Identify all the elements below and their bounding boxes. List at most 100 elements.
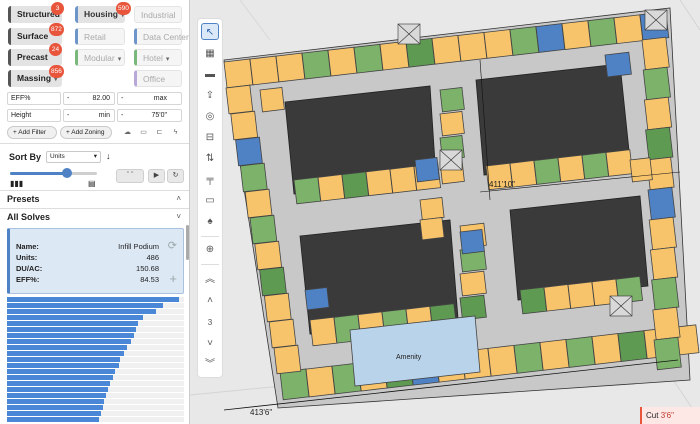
ruler-icon[interactable]: ▭ — [201, 192, 219, 209]
solve-bar[interactable] — [7, 399, 105, 404]
add-zoning-button[interactable]: + Add Zoning — [60, 126, 112, 139]
unit-block — [268, 318, 297, 349]
tree-icon[interactable]: ♠ — [201, 213, 219, 230]
solve-bar[interactable] — [7, 345, 128, 350]
solve-bar[interactable] — [7, 411, 101, 416]
level-number: 3 — [207, 318, 213, 327]
cloud-icon[interactable]: ☁ — [121, 126, 134, 139]
bolt-icon[interactable]: ϟ — [169, 126, 182, 139]
card-key: Units: — [16, 253, 38, 262]
unit-block — [457, 32, 488, 62]
category-data-center[interactable]: Data Center — [134, 28, 189, 45]
filter-height-bound[interactable]: - 75'0" — [117, 109, 182, 122]
car-icon[interactable]: ⊟ — [201, 129, 219, 146]
unit-block — [643, 96, 673, 131]
sort-field-select[interactable]: Units ▾ — [46, 151, 101, 163]
table-tool-icon[interactable]: ╤ — [201, 171, 219, 188]
solve-bar[interactable] — [7, 387, 108, 392]
select-cursor-icon[interactable]: ↖ — [201, 23, 219, 40]
site-map[interactable]: 411'10" 413'6" Amenity — [190, 0, 700, 424]
divider — [0, 208, 189, 209]
solve-bar[interactable] — [7, 357, 121, 362]
table-icon[interactable]: ▤ — [88, 179, 96, 188]
unit-block — [487, 344, 518, 377]
solve-bar[interactable] — [7, 321, 138, 326]
filter-eff-value[interactable]: - 82.00 — [63, 92, 115, 105]
solve-bar[interactable] — [7, 333, 135, 338]
solve-bar[interactable] — [7, 315, 144, 320]
unit-block — [389, 165, 418, 194]
solve-bar[interactable] — [7, 303, 163, 308]
filter-height-name[interactable]: Height — [7, 109, 61, 122]
unit-block — [365, 168, 394, 197]
solve-bar[interactable] — [7, 381, 110, 386]
unit-block — [648, 216, 677, 251]
solve-bar[interactable] — [7, 405, 103, 410]
chevron-up-icon[interactable]: ˄ — [176, 194, 181, 203]
bar-chart-icon[interactable]: ▮▮▮ — [10, 179, 23, 188]
chevron-double-down-icon[interactable]: ︾ — [201, 356, 219, 373]
sort-slider-handle[interactable] — [62, 168, 72, 178]
laptop-icon[interactable]: ⊏ — [153, 126, 166, 139]
unit-block — [543, 284, 572, 312]
category-badge: 590 — [116, 2, 131, 15]
sort-direction-icon[interactable]: ↓ — [106, 151, 111, 161]
solve-bar[interactable] — [7, 309, 156, 314]
truck-icon[interactable]: ▬ — [201, 66, 219, 83]
unit-block — [230, 110, 259, 141]
sync-icon[interactable]: ⟳ — [168, 239, 177, 252]
solve-bar[interactable] — [7, 417, 100, 422]
unit-block — [581, 151, 610, 180]
solve-bar[interactable] — [7, 369, 115, 374]
solve-bar[interactable] — [7, 339, 131, 344]
add-shape-icon[interactable]: ⊕ — [201, 241, 219, 258]
category-modular[interactable]: Modular ▾ — [75, 49, 125, 66]
chevron-double-up-icon[interactable]: ︽ — [201, 271, 219, 288]
map-toolbar: ↖ ▦ ▬ ⇪ ◎ ⊟ ⇅ ╤ ▭ ♠ ⊕ ︽ ˄ 3 ˅ ︾ — [197, 18, 223, 378]
add-icon[interactable]: + — [169, 271, 177, 286]
unit-block — [419, 197, 445, 221]
solve-bar[interactable] — [7, 351, 124, 356]
card-units-value: 486 — [146, 253, 159, 262]
category-retail[interactable]: Retail — [75, 28, 125, 45]
filter-eff-bound[interactable]: - max — [117, 92, 182, 105]
unit-block — [642, 66, 671, 101]
play-button[interactable]: ▶ — [148, 169, 165, 183]
category-hotel[interactable]: Hotel ▾ — [134, 49, 182, 66]
add-filter-button[interactable]: + Add Filter — [7, 126, 57, 139]
folder-icon[interactable]: ▭ — [137, 126, 150, 139]
solve-bar[interactable] — [7, 393, 107, 398]
filter-eff-name[interactable]: EFF% — [7, 92, 61, 105]
solve-bar[interactable] — [7, 375, 114, 380]
all-solves-header[interactable]: All Solves — [7, 212, 50, 222]
category-badge: 872 — [49, 23, 64, 36]
solve-bar[interactable] — [7, 327, 137, 332]
scan-icon[interactable]: ◎ — [201, 108, 219, 125]
upload-icon[interactable]: ⇪ — [201, 87, 219, 104]
category-office[interactable]: Office — [134, 70, 182, 87]
category-label: Retail — [84, 32, 106, 42]
site-plan-svg — [190, 0, 700, 421]
solve-card[interactable]: Name: Infill Podium ⟳ Units: 486 DU/AC: … — [7, 228, 184, 294]
filter-operator: - — [67, 112, 70, 119]
presets-header[interactable]: Presets — [7, 194, 40, 204]
category-badge: 856 — [49, 65, 64, 78]
building-icon[interactable]: ▦ — [201, 45, 219, 62]
scrollbar[interactable] — [186, 225, 189, 260]
filter-height-value[interactable]: - min — [63, 109, 115, 122]
category-label: Surface — [17, 31, 49, 41]
chevron-down-icon[interactable]: ˅ — [176, 212, 181, 221]
height-adjust-icon[interactable]: ⇅ — [201, 150, 219, 167]
refresh-button[interactable]: ↻ — [167, 169, 184, 183]
cut-indicator[interactable]: Cut 3'6" — [640, 407, 700, 424]
dimension-label-bottom: 413'6" — [250, 408, 273, 417]
unit-block — [604, 51, 632, 78]
chevron-down-icon[interactable]: ˅ — [201, 335, 219, 352]
unit-block — [249, 214, 278, 245]
chevron-up-icon[interactable]: ˄ — [201, 292, 219, 309]
solve-bar[interactable] — [7, 297, 179, 302]
stepper-button[interactable]: ˆ ˇ — [116, 169, 144, 183]
unit-block — [279, 368, 310, 401]
solve-bar[interactable] — [7, 363, 119, 368]
category-industrial[interactable]: Industrial — [134, 6, 182, 23]
